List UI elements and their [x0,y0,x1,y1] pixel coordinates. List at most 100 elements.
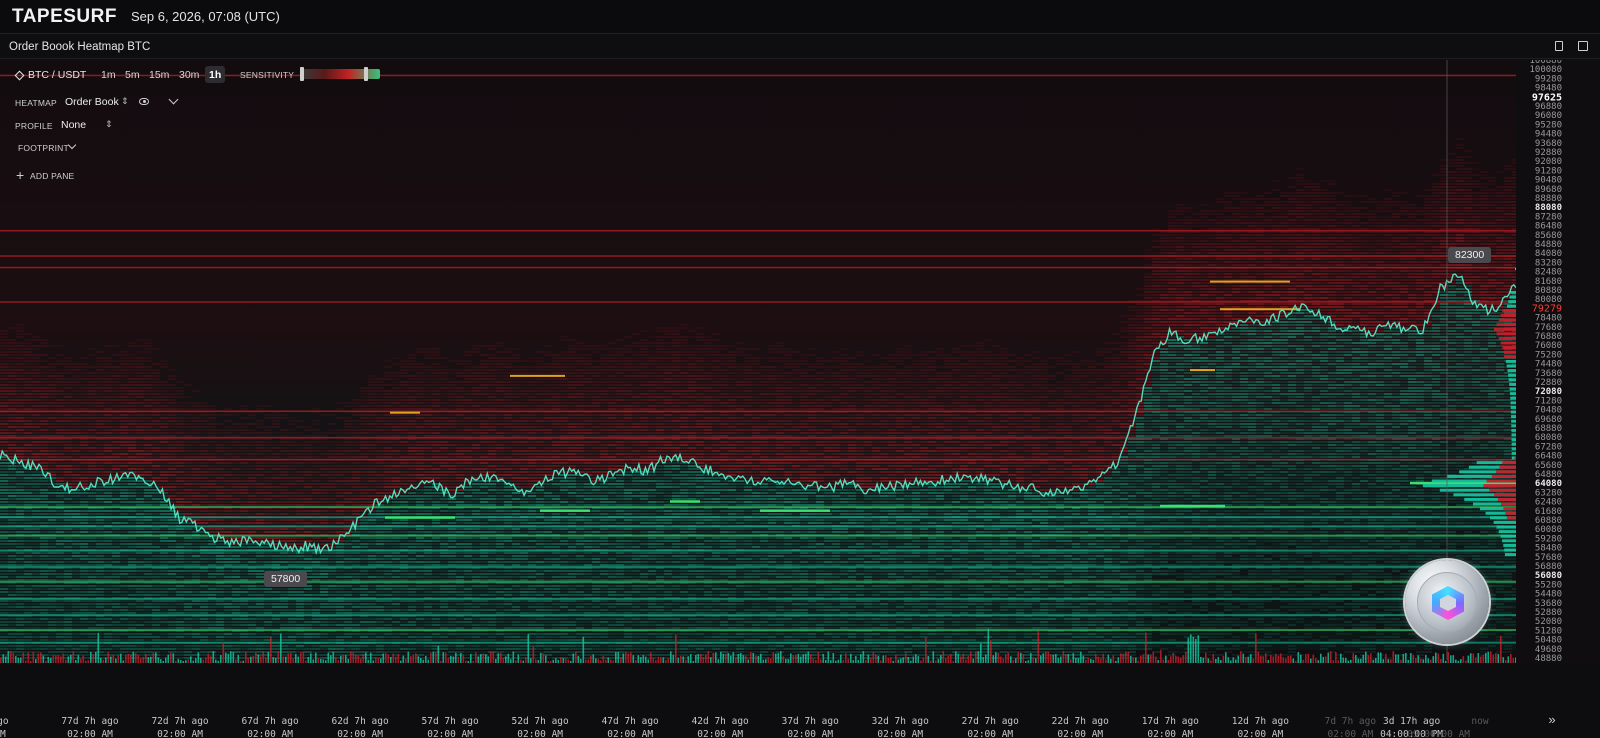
app-logo[interactable]: TAPESURF [12,6,117,28]
heatmap-cell [392,555,400,557]
heatmap-cell [400,450,408,452]
heatmap-cell [224,588,232,590]
heatmap-cell [408,384,416,386]
heatmap-cell [128,624,136,626]
heatmap-cell [160,456,168,458]
heatmap-cell [16,354,24,356]
heatmap-cell [336,471,344,473]
heatmap-cell [96,543,104,545]
heatmap-cell [48,474,56,476]
heatmap-cell [408,600,416,602]
heatmap-cell [272,420,280,422]
heatmap-cell [416,393,424,395]
heatmap-cell [104,423,112,425]
heatmap-cell [304,498,312,500]
heatmap-cell [392,561,400,563]
heatmap-cell [40,633,48,635]
heatmap-cell [152,588,160,590]
heatmap-cell [32,336,40,338]
heatmap-cell [96,585,104,587]
heatmap-cell [240,651,248,653]
heatmap-cell [408,366,416,368]
heatmap-cell [144,648,152,650]
heatmap-cell [48,453,56,455]
heatmap-cell [304,633,312,635]
heatmap-cell [304,453,312,455]
heatmap-cell [248,558,256,560]
heatmap-cell [392,645,400,647]
heatmap-cell [360,432,368,434]
heatmap-cell [120,456,128,458]
heatmap-cell [8,624,16,626]
heatmap-cell [80,429,88,431]
heatmap-cell [8,606,16,608]
heatmap-cell [48,600,56,602]
heatmap-cell [352,510,360,512]
heatmap-cell [336,402,344,404]
heatmap-cell [104,513,112,515]
heatmap-cell [56,576,64,578]
heatmap-cell [256,501,264,503]
heatmap-cell [224,408,232,410]
heatmap-cell [232,435,240,437]
heatmap-cell [0,552,8,554]
heatmap-cell [0,579,8,581]
heatmap-cell [112,468,120,470]
heatmap-cell [0,576,8,578]
heatmap-cell [288,423,296,425]
heatmap-cell [48,576,56,578]
heatmap-cell [112,396,120,398]
heatmap-cell [104,384,112,386]
heatmap-cell [160,618,168,620]
heatmap-cell [320,474,328,476]
heatmap-cell [376,393,384,395]
heatmap-cell [56,492,64,494]
heatmap-cell [248,654,256,656]
heatmap-cell [72,591,80,593]
heatmap-cell [8,468,16,470]
heatmap-cell [304,495,312,497]
heatmap-cell [72,384,80,386]
heatmap-cell [184,573,192,575]
heatmap-cell [88,414,96,416]
heatmap-cell [336,504,344,506]
heatmap-cell [40,429,48,431]
heatmap-cell [408,618,416,620]
heatmap-cell [416,450,424,452]
heatmap-cell [128,519,136,521]
heatmap-cell [368,432,376,434]
heatmap-cell [184,651,192,653]
restore-pane-button[interactable] [1552,39,1566,53]
heatmap-cell [144,432,152,434]
heatmap-chart[interactable]: 1008801000809928098480976259688096080952… [0,60,1600,738]
heatmap-cell [392,609,400,611]
heatmap-cell [8,588,16,590]
heatmap-cell [376,576,384,578]
heatmap-cell [288,612,296,614]
heatmap-cell [384,618,392,620]
maximize-pane-button[interactable] [1576,39,1590,53]
heatmap-cell [344,477,352,479]
heatmap-cell [208,435,216,437]
heatmap-cell [344,570,352,572]
heatmap-cell [128,657,136,659]
heatmap-cell [384,627,392,629]
heatmap-cell [24,372,32,374]
heatmap-cell [0,405,8,407]
heatmap-cell [408,573,416,575]
heatmap-cell [144,384,152,386]
heatmap-cell [400,432,408,434]
heatmap-cell [408,543,416,545]
heatmap-cell [136,648,144,650]
heatmap-cell [312,432,320,434]
heatmap-cell [200,633,208,635]
heatmap-cell [40,378,48,380]
heatmap-cell [120,546,128,548]
heatmap-cell [400,651,408,653]
heatmap-cell [32,570,40,572]
heatmap-cell [16,471,24,473]
heatmap-cell [104,456,112,458]
heatmap-cell [40,528,48,530]
heatmap-cell [368,543,376,545]
heatmap-cell [216,624,224,626]
